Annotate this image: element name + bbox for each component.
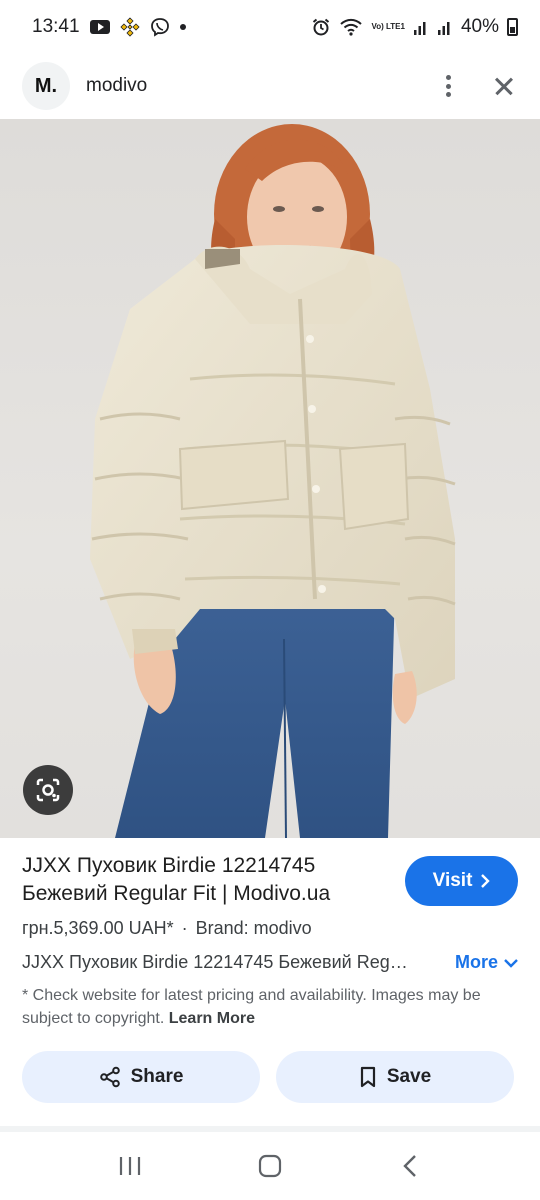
kebab-menu-icon[interactable] — [436, 72, 460, 100]
binance-icon — [119, 17, 140, 37]
status-right: Vo) LTE1 40% — [311, 16, 518, 38]
battery-icon — [507, 18, 518, 36]
brand: Brand: modivo — [195, 918, 312, 938]
signal-icon-2 — [437, 18, 453, 36]
product-title[interactable]: JJXX Пуховик Birdie 12214745 Бежевий Reg… — [22, 852, 392, 908]
more-button[interactable]: More — [455, 952, 518, 973]
site-avatar: M. — [22, 62, 70, 110]
status-time: 13:41 — [32, 16, 80, 37]
header-actions — [436, 72, 518, 100]
header: M. modivo — [0, 54, 540, 118]
share-label: Share — [130, 1066, 184, 1087]
notification-dot-icon — [179, 24, 186, 30]
lte-label: Vo) LTE1 — [371, 22, 405, 31]
battery-percent: 40% — [460, 16, 499, 37]
product-image[interactable] — [0, 119, 540, 838]
back-icon[interactable] — [380, 1144, 440, 1188]
learn-more-link[interactable]: Learn More — [169, 1010, 255, 1027]
home-icon[interactable] — [240, 1144, 300, 1188]
recents-icon[interactable] — [100, 1144, 160, 1188]
status-bar: 13:41 Vo) LTE1 40% — [0, 0, 540, 54]
status-left: 13:41 — [32, 16, 186, 38]
close-icon[interactable] — [490, 72, 518, 100]
separator: · — [181, 918, 188, 938]
bookmark-icon — [360, 1066, 375, 1088]
product-photo-illustration — [90, 124, 456, 838]
youtube-icon — [89, 20, 110, 34]
signal-icon — [413, 18, 429, 36]
alarm-icon — [311, 17, 331, 37]
viber-icon — [150, 17, 170, 37]
navigation-bar — [0, 1132, 540, 1200]
price-row: грн.5,369.00 UAH* · Brand: modivo — [22, 918, 312, 939]
wifi-icon — [339, 17, 363, 37]
site-name[interactable]: modivo — [86, 75, 147, 97]
lens-icon[interactable] — [23, 765, 73, 815]
price: грн.5,369.00 UAH* — [22, 918, 174, 938]
visit-button[interactable]: Visit — [405, 856, 518, 906]
disclaimer: * Check website for latest pricing and a… — [22, 984, 518, 1030]
share-button[interactable]: Share — [22, 1051, 260, 1103]
description: JJXX Пуховик Birdie 12214745 Бежевий Reg… — [22, 952, 412, 972]
visit-label: Visit — [432, 870, 473, 891]
share-icon — [99, 1066, 120, 1088]
save-button[interactable]: Save — [276, 1051, 514, 1103]
chevron-right-icon — [481, 874, 491, 888]
description-row: JJXX Пуховик Birdie 12214745 Бежевий Reg… — [22, 952, 518, 973]
save-label: Save — [386, 1066, 432, 1087]
chevron-down-icon — [504, 958, 518, 968]
more-label: More — [454, 952, 498, 972]
